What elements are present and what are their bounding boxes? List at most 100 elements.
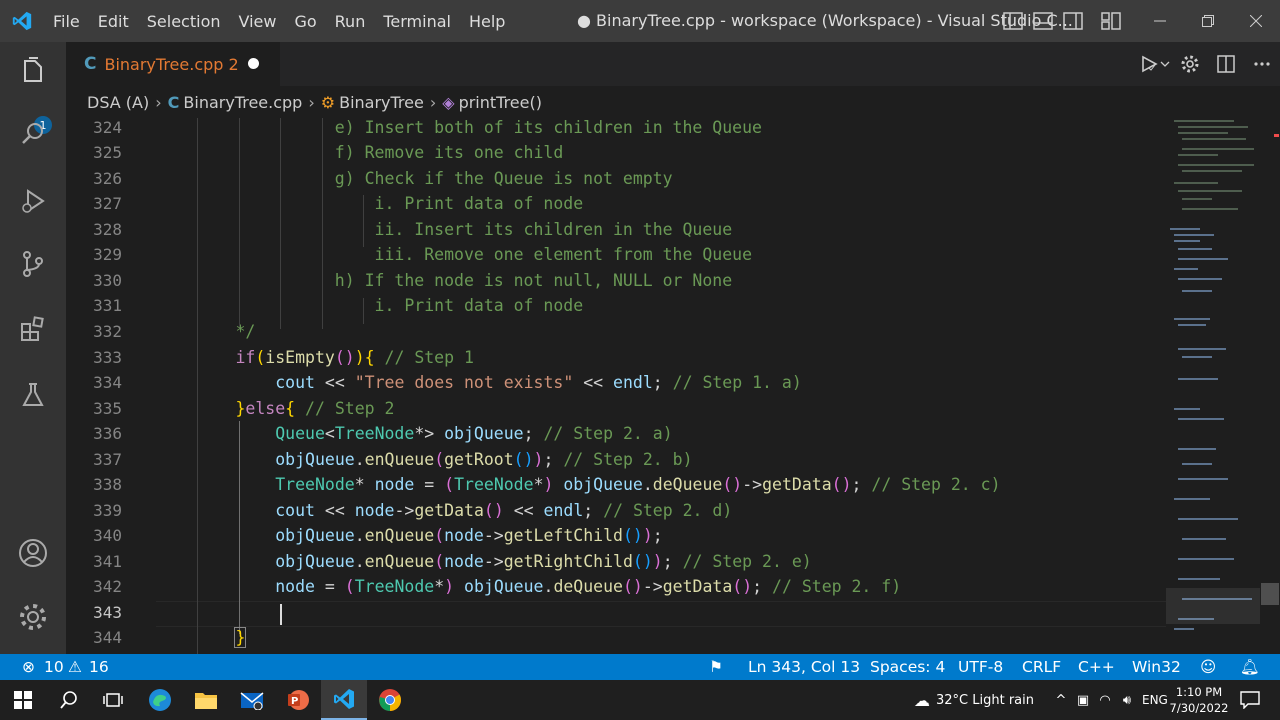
activity-bar: 1 [0,42,66,654]
file-explorer-icon[interactable] [183,680,229,720]
chevron-right-icon: › [155,92,162,112]
chevron-right-icon: › [429,92,437,112]
indentation[interactable]: Spaces: 4 [870,658,945,676]
menu-file[interactable]: File [44,12,89,31]
weather-text: 32°C Light rain [936,692,1034,708]
line-number: 338 [93,475,122,494]
code-editor[interactable]: 324 325 326 327 328 329 330 331 332 333 … [66,118,1166,654]
split-editor-icon[interactable] [1208,55,1244,73]
input-language[interactable]: ENG [1142,693,1168,707]
code-line: TreeNode* node = (TreeNode*) objQueue.de… [275,475,1001,494]
toggle-panel-icon[interactable] [1028,12,1058,30]
breadcrumb-folder[interactable]: DSA (A) [87,93,149,112]
restore-icon[interactable] [1184,15,1232,27]
code-line: iii. Remove one element from the Queue [156,245,753,264]
menu-help[interactable]: Help [460,12,514,31]
cursor-position[interactable]: Ln 343, Col 13 [748,658,860,676]
line-number: 334 [93,373,122,392]
source-control-icon[interactable] [14,245,52,283]
action-center-icon[interactable] [1240,680,1260,720]
account-icon[interactable] [14,534,52,572]
current-line-highlight [156,601,1166,627]
line-number: 329 [93,245,122,264]
line-number: 325 [93,143,122,162]
run-debug-icon[interactable] [14,182,52,220]
mail-icon[interactable] [229,680,275,720]
powerpoint-icon[interactable]: P [275,680,321,720]
language-mode[interactable]: C++ [1078,658,1115,676]
end-of-line[interactable]: CRLF [1022,658,1061,676]
class-symbol-icon: ⚙ [320,92,336,112]
code-line: objQueue.enQueue(getRoot()); // Step 2. … [275,450,693,469]
task-view-icon[interactable] [90,680,136,720]
error-icon: ⊗ [22,658,35,676]
unsaved-dot-icon[interactable] [248,58,259,69]
minimize-icon[interactable] [1136,15,1184,27]
taskbar-clock[interactable]: 1:10 PM 7/30/2022 [1168,684,1230,716]
more-actions-icon[interactable] [1244,61,1280,67]
line-number: 335 [93,399,122,418]
minimap[interactable] [1166,118,1266,654]
edge-icon[interactable] [137,680,183,720]
line-number: 324 [93,118,122,137]
vscode-logo-icon [0,0,44,42]
line-number: 336 [93,424,122,443]
tab-bar: C BinaryTree.cpp 2 [66,42,1280,86]
notifications-bell-icon[interactable]: 🔔︎ [1240,658,1260,676]
platform[interactable]: Win32 [1132,658,1181,676]
code-line: objQueue.enQueue(node->getLeftChild()); [275,526,663,545]
menu-terminal[interactable]: Terminal [374,12,460,31]
wifi-icon[interactable]: ◠ [1094,693,1116,708]
menu-view[interactable]: View [230,12,286,31]
settings-gear-icon[interactable] [1172,54,1208,74]
error-count[interactable]: 10 [44,658,64,676]
menu-go[interactable]: Go [285,12,325,31]
menu-run[interactable]: Run [326,12,375,31]
svg-text:P: P [291,696,298,707]
testing-icon[interactable] [14,376,52,414]
toggle-primary-sidebar-icon[interactable] [998,12,1028,30]
manage-gear-icon[interactable] [14,598,52,636]
code-line: e) Insert both of its children in the Qu… [156,118,762,137]
show-hidden-icons-chevron-up-icon[interactable]: ^ [1050,693,1072,708]
close-icon[interactable] [1232,15,1280,27]
line-number: 330 [93,271,122,290]
extensions-icon[interactable] [14,310,52,348]
vscode-icon[interactable] [321,680,367,720]
scrollbar-thumb[interactable] [1261,583,1279,605]
text-cursor [280,604,282,625]
explorer-icon[interactable] [14,52,52,90]
encoding[interactable]: UTF-8 [958,658,1003,676]
feedback-icon[interactable]: ☺ [1200,658,1216,676]
code-line: */ [156,322,256,341]
tab-label: BinaryTree.cpp 2 [104,54,239,74]
toggle-secondary-sidebar-icon[interactable] [1058,12,1088,30]
line-number-current: 343 [93,603,122,622]
vertical-scrollbar[interactable] [1260,118,1280,654]
search-icon[interactable] [14,115,52,153]
cpp-file-icon: C [84,54,97,74]
breadcrumb-method[interactable]: printTree() [459,93,542,112]
customize-layout-icon[interactable] [1096,12,1126,30]
code-line: i. Print data of node [156,194,584,213]
breadcrumb-file[interactable]: BinaryTree.cpp [183,93,302,112]
code-line: node = (TreeNode*) objQueue.deQueue()->g… [275,577,902,596]
warning-count[interactable]: 16 [89,658,109,676]
method-symbol-icon: ◈ [442,92,455,112]
menu-selection[interactable]: Selection [138,12,230,31]
taskbar-search-icon[interactable] [46,680,92,720]
title-bar: File Edit Selection View Go Run Terminal… [0,0,1280,42]
live-share-icon[interactable]: ⚑ [709,658,723,676]
volume-icon[interactable]: 🔊︎ [1116,693,1138,708]
chevron-down-icon[interactable] [1158,60,1172,68]
windows-start-icon[interactable] [0,680,46,720]
menu-edit[interactable]: Edit [89,12,138,31]
weather-widget[interactable]: ☁ 32°C Light rain [914,680,1034,720]
breadcrumb-class[interactable]: BinaryTree [339,93,424,112]
tray-app-icon[interactable]: ▣ [1072,693,1094,708]
code-line: cout << "Tree does not exists" << endl; … [275,373,802,392]
chrome-icon[interactable] [367,680,413,720]
line-number: 339 [93,501,122,520]
line-number: 333 [93,348,122,367]
tab-binarytree-cpp[interactable]: C BinaryTree.cpp 2 [66,42,280,86]
